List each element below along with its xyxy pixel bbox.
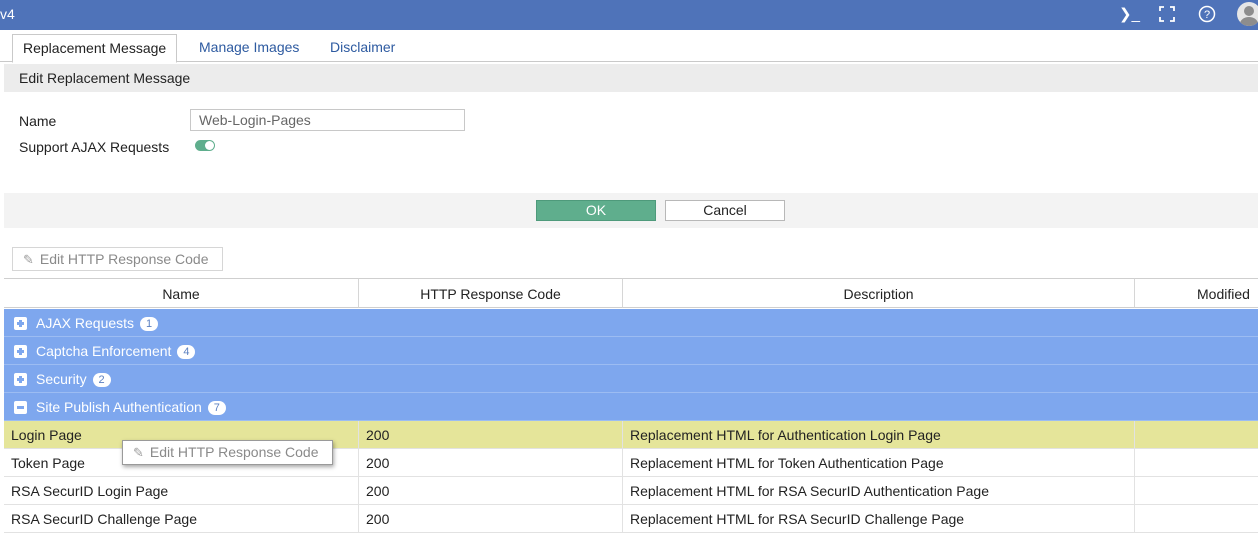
column-header-name[interactable]: Name — [4, 278, 359, 308]
cell-modified — [1135, 421, 1258, 449]
table-row[interactable]: RSA SecurID Challenge Page 200 Replaceme… — [4, 505, 1258, 533]
support-ajax-toggle[interactable] — [195, 140, 215, 151]
expand-icon[interactable] — [14, 345, 27, 358]
svg-text:?: ? — [1204, 9, 1210, 21]
cell-modified — [1135, 505, 1258, 533]
group-row-security[interactable]: Security 2 — [4, 365, 1258, 393]
tab-replacement-message[interactable]: Replacement Message — [12, 34, 178, 63]
collapse-icon[interactable] — [14, 401, 27, 414]
name-label: Name — [19, 113, 57, 129]
help-icon[interactable]: ? — [1198, 5, 1216, 28]
cell-http-response-code: 200 — [359, 505, 623, 533]
group-name: Security — [36, 371, 87, 387]
group-count-badge: 1 — [140, 317, 159, 331]
cell-name: RSA SecurID Challenge Page — [4, 505, 359, 533]
edit-http-response-code-label: Edit HTTP Response Code — [39, 251, 209, 267]
section-title: Edit Replacement Message — [4, 64, 1258, 92]
cell-modified — [1135, 477, 1258, 505]
group-name: Site Publish Authentication — [36, 399, 202, 415]
cell-http-response-code: 200 — [359, 449, 623, 477]
tab-bar: Replacement Message Manage Images Discla… — [0, 30, 1258, 63]
context-menu-edit-http-response-code[interactable]: ✎ Edit HTTP Response Code — [122, 440, 333, 465]
group-count-badge: 4 — [177, 345, 196, 359]
expand-icon[interactable] — [14, 317, 27, 330]
ok-button[interactable]: OK — [536, 200, 656, 221]
context-menu-item-label: Edit HTTP Response Code — [149, 444, 319, 460]
tab-manage-images[interactable]: Manage Images — [189, 34, 309, 62]
group-name: Captcha Enforcement — [36, 343, 172, 359]
cell-description: Replacement HTML for RSA SecurID Authent… — [623, 477, 1135, 505]
column-header-description[interactable]: Description — [623, 278, 1135, 308]
pencil-icon: ✎ — [133, 445, 144, 460]
name-input[interactable] — [190, 109, 465, 131]
pencil-icon: ✎ — [23, 252, 34, 267]
group-row-site-publish-authentication[interactable]: Site Publish Authentication 7 — [4, 393, 1258, 421]
cell-description: Replacement HTML for Authentication Logi… — [623, 421, 1135, 449]
cell-description: Replacement HTML for Token Authenticatio… — [623, 449, 1135, 477]
cancel-button[interactable]: Cancel — [665, 200, 785, 221]
group-row-ajax-requests[interactable]: AJAX Requests 1 — [4, 309, 1258, 337]
terminal-icon[interactable]: ❯_ — [1119, 6, 1140, 24]
cell-name: RSA SecurID Login Page — [4, 477, 359, 505]
cell-http-response-code: 200 — [359, 477, 623, 505]
support-ajax-label: Support AJAX Requests — [19, 139, 170, 155]
cell-description: Replacement HTML for RSA SecurID Challen… — [623, 505, 1135, 533]
cell-modified — [1135, 449, 1258, 477]
edit-http-response-code-button[interactable]: ✎ Edit HTTP Response Code — [12, 247, 223, 271]
column-header-http-response-code[interactable]: HTTP Response Code — [359, 278, 623, 308]
group-name: AJAX Requests — [36, 315, 135, 331]
column-header-modified[interactable]: Modified — [1135, 278, 1258, 308]
user-avatar-icon[interactable] — [1237, 2, 1258, 26]
table-row[interactable]: RSA SecurID Login Page 200 Replacement H… — [4, 477, 1258, 505]
top-bar: v4 ❯_ ? — [0, 0, 1258, 30]
app-title: v4 — [0, 6, 15, 22]
tab-disclaimer[interactable]: Disclaimer — [320, 34, 405, 62]
group-count-badge: 2 — [92, 373, 111, 387]
group-count-badge: 7 — [207, 401, 226, 415]
fullscreen-icon[interactable] — [1159, 6, 1175, 27]
cell-http-response-code: 200 — [359, 421, 623, 449]
group-row-captcha-enforcement[interactable]: Captcha Enforcement 4 — [4, 337, 1258, 365]
expand-icon[interactable] — [14, 373, 27, 386]
